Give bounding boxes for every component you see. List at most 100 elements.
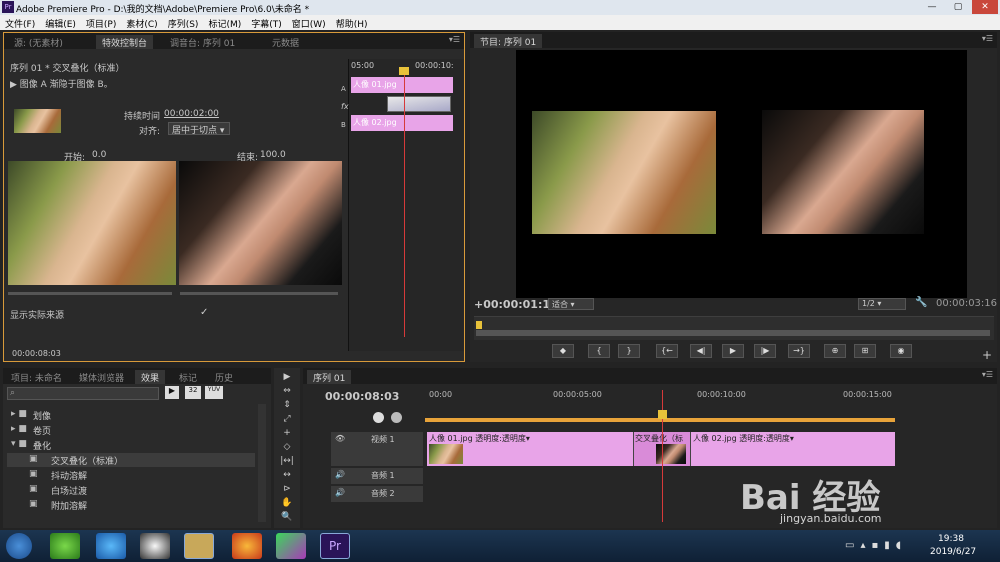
tab-effect-3[interactable]: 元数据 xyxy=(266,35,305,49)
transport-button-4[interactable]: ◀| xyxy=(690,344,712,358)
program-zoom-bar[interactable] xyxy=(476,330,990,336)
timeline-playhead[interactable] xyxy=(658,410,667,419)
menu-item-8[interactable]: 帮助(H) xyxy=(331,15,373,30)
duration-value[interactable]: 00:00:02:00 xyxy=(164,109,219,119)
tree-item[interactable]: ▣ 抖动溶解 xyxy=(7,468,255,482)
tool-icon-4[interactable]: + xyxy=(280,428,294,440)
snap-icon[interactable] xyxy=(373,412,384,423)
menu-item-6[interactable]: 字幕(T) xyxy=(246,15,287,30)
transport-button-6[interactable]: |▶ xyxy=(754,344,776,358)
tool-icon-8[interactable]: ⊳ xyxy=(280,484,294,496)
transport-button-1[interactable]: { xyxy=(588,344,610,358)
tree-item[interactable]: ▣ 交叉叠化（标准） xyxy=(7,453,255,467)
program-viewer[interactable] xyxy=(516,50,967,298)
32bit-badge[interactable]: 32 xyxy=(185,386,201,399)
close-button[interactable]: ✕ xyxy=(972,0,998,14)
speaker-icon[interactable]: 🔊 xyxy=(335,488,345,497)
start-button-icon[interactable] xyxy=(6,533,32,559)
mini-playhead-marker[interactable] xyxy=(399,67,409,75)
program-menu-icon[interactable]: ▾☰ xyxy=(982,34,993,43)
program-playhead[interactable] xyxy=(476,321,482,329)
accelerated-effects-icon[interactable]: ▶ xyxy=(165,386,179,399)
speaker-icon[interactable]: 🔊 xyxy=(335,470,345,479)
eye-icon[interactable]: 👁 xyxy=(335,434,345,443)
end-value[interactable]: 100.0 xyxy=(260,150,286,160)
effects-search-input[interactable]: ⌕ xyxy=(7,387,159,400)
show-source-checkbox[interactable]: ✓ xyxy=(200,307,208,318)
start-slider[interactable] xyxy=(8,292,172,295)
timeline-menu-icon[interactable]: ▾☰ xyxy=(982,370,993,379)
tab-project-2[interactable]: 效果 xyxy=(135,370,166,384)
transport-button-8[interactable]: ⊕ xyxy=(824,344,846,358)
add-button-icon[interactable]: + xyxy=(982,348,992,362)
tool-icon-10[interactable]: 🔍 xyxy=(280,512,294,524)
track-header-video[interactable]: 👁 视频 1 xyxy=(331,432,423,466)
qq-icon[interactable] xyxy=(140,533,170,559)
effects-scrollbar[interactable] xyxy=(258,404,266,522)
transport-button-10[interactable]: ◉ xyxy=(890,344,912,358)
timeline-current-time[interactable]: 00:00:08:03 xyxy=(325,390,399,403)
program-timecode[interactable]: +00:00:01:16 xyxy=(474,298,558,311)
yuv-badge[interactable]: YUV xyxy=(205,386,223,399)
transport-button-5[interactable]: ▶ xyxy=(722,344,744,358)
clip-b[interactable]: 人像 02.jpg 透明度:透明度▾ xyxy=(691,432,895,466)
start-value[interactable]: 0.0 xyxy=(92,150,106,160)
tab-effect-2[interactable]: 调音台: 序列 01 xyxy=(164,35,241,49)
tab-project-3[interactable]: 标记 xyxy=(173,370,203,384)
tab-sequence[interactable]: 序列 01 xyxy=(307,370,352,384)
tab-effect-1[interactable]: 特效控制台 xyxy=(96,35,154,49)
align-dropdown[interactable]: 居中于切点 ▾ xyxy=(168,122,230,136)
menu-item-2[interactable]: 项目(P) xyxy=(81,15,121,30)
menu-item-5[interactable]: 标记(M) xyxy=(203,15,246,30)
tool-icon-0[interactable]: ▶ xyxy=(280,372,294,384)
premiere-taskbar-icon[interactable]: Pr xyxy=(320,533,350,559)
end-slider[interactable] xyxy=(180,292,338,295)
track-header-audio[interactable]: 🔊 音频 2 xyxy=(331,486,423,502)
firefox-icon[interactable] xyxy=(232,533,262,559)
tree-item[interactable]: ▣ 白场过渡 xyxy=(7,483,255,497)
tree-item[interactable]: ▸ ■ 划像 xyxy=(7,408,255,422)
tab-project-4[interactable]: 历史 xyxy=(209,370,239,384)
program-scrubber[interactable] xyxy=(474,316,994,340)
tool-icon-2[interactable]: ⇕ xyxy=(280,400,294,412)
mini-clip-a[interactable]: 人像 01.jpg xyxy=(351,77,453,93)
timeline-ruler[interactable]: 00:00 00:00:05:00 00:00:10:00 00:00:15:00 xyxy=(425,388,997,418)
transport-button-2[interactable]: } xyxy=(618,344,640,358)
transport-button-0[interactable]: ◆ xyxy=(552,344,574,358)
explorer-icon[interactable] xyxy=(184,533,214,559)
transport-button-3[interactable]: {← xyxy=(656,344,678,358)
menu-item-0[interactable]: 文件(F) xyxy=(0,15,40,30)
clip-a[interactable]: 人像 01.jpg 透明度:透明度▾ xyxy=(427,432,633,466)
mini-transition[interactable] xyxy=(387,96,451,112)
resolution-dropdown[interactable]: 1/2 ▾ xyxy=(858,298,906,310)
transport-button-7[interactable]: →} xyxy=(788,344,810,358)
menu-item-3[interactable]: 素材(C) xyxy=(121,15,162,30)
mini-clip-b[interactable]: 人像 02.jpg xyxy=(351,115,453,131)
menu-item-4[interactable]: 序列(S) xyxy=(163,15,204,30)
tab-project-1[interactable]: 媒体浏览器 xyxy=(73,370,130,384)
app-icon-2[interactable] xyxy=(96,533,126,559)
tab-effect-0[interactable]: 源: (无素材) xyxy=(8,35,69,49)
fit-dropdown[interactable]: 适合 ▾ xyxy=(548,298,594,310)
menu-item-1[interactable]: 编辑(E) xyxy=(40,15,81,30)
app-icon-1[interactable] xyxy=(50,533,80,559)
tool-icon-3[interactable]: ⤢ xyxy=(280,414,294,426)
marker-icon[interactable] xyxy=(391,412,402,423)
tree-item[interactable]: ▣ 附加溶解 xyxy=(7,498,255,512)
video-app-icon[interactable] xyxy=(276,533,306,559)
wrench-icon[interactable]: 🔧 xyxy=(915,297,927,308)
tree-item[interactable]: ▾ ■ 叠化 xyxy=(7,438,255,452)
minimize-button[interactable]: — xyxy=(920,0,944,14)
tool-icon-9[interactable]: ✋ xyxy=(280,498,294,510)
tab-program[interactable]: 节目: 序列 01 xyxy=(474,34,543,48)
tool-icon-7[interactable]: ↔ xyxy=(280,470,294,482)
panel-menu-icon[interactable]: ▾☰ xyxy=(449,35,460,44)
tree-item[interactable]: ▸ ■ 卷页 xyxy=(7,423,255,437)
maximize-button[interactable]: ▢ xyxy=(946,0,970,14)
tool-icon-5[interactable]: ◇ xyxy=(280,442,294,454)
tray-icons[interactable]: ▭▴▪▮◖ xyxy=(845,540,907,551)
mini-playhead[interactable] xyxy=(404,67,405,337)
transport-button-9[interactable]: ⊞ xyxy=(854,344,876,358)
tool-icon-6[interactable]: |↔| xyxy=(280,456,294,468)
effect-current-time[interactable]: 00:00:08:03 xyxy=(12,349,61,358)
